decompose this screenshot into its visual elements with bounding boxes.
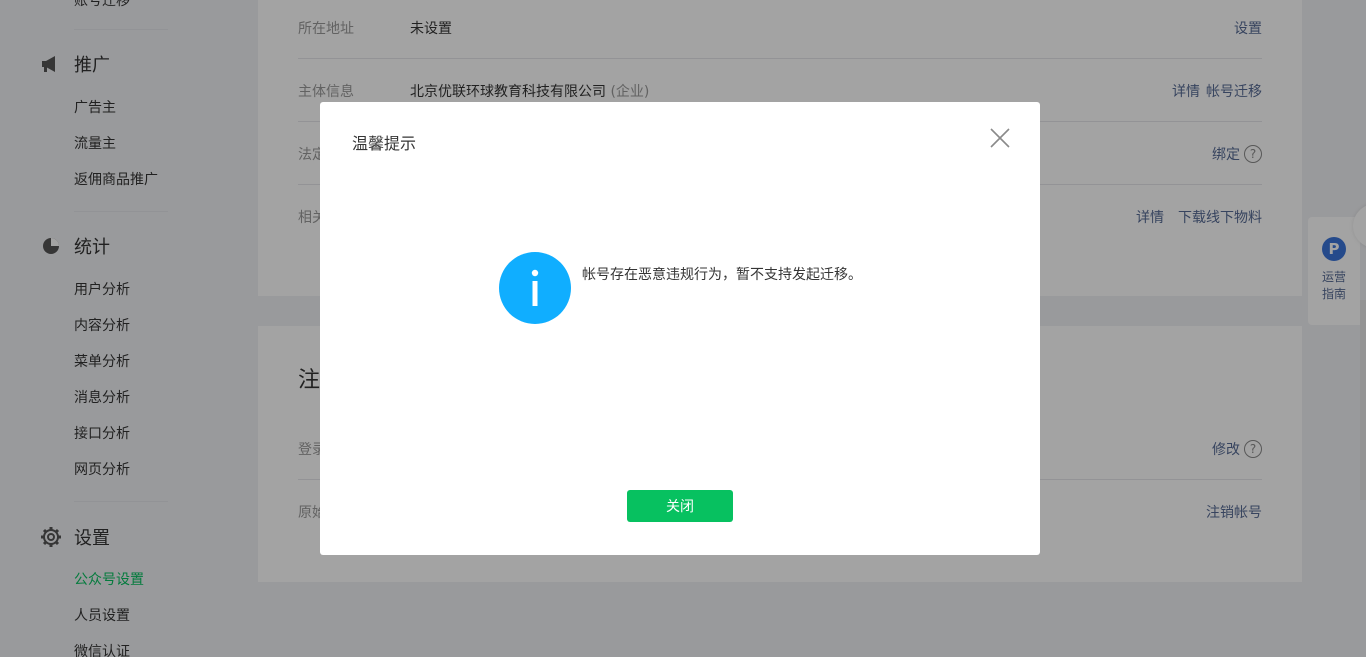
close-icon[interactable]	[990, 128, 1010, 148]
warning-dialog: 温馨提示 帐号存在恶意违规行为，暂不支持发起迁移。 关闭	[320, 102, 1040, 555]
info-icon	[499, 252, 571, 324]
dialog-message: 帐号存在恶意违规行为，暂不支持发起迁移。	[582, 267, 862, 283]
close-button[interactable]: 关闭	[627, 490, 733, 522]
dialog-title: 温馨提示	[352, 134, 417, 153]
